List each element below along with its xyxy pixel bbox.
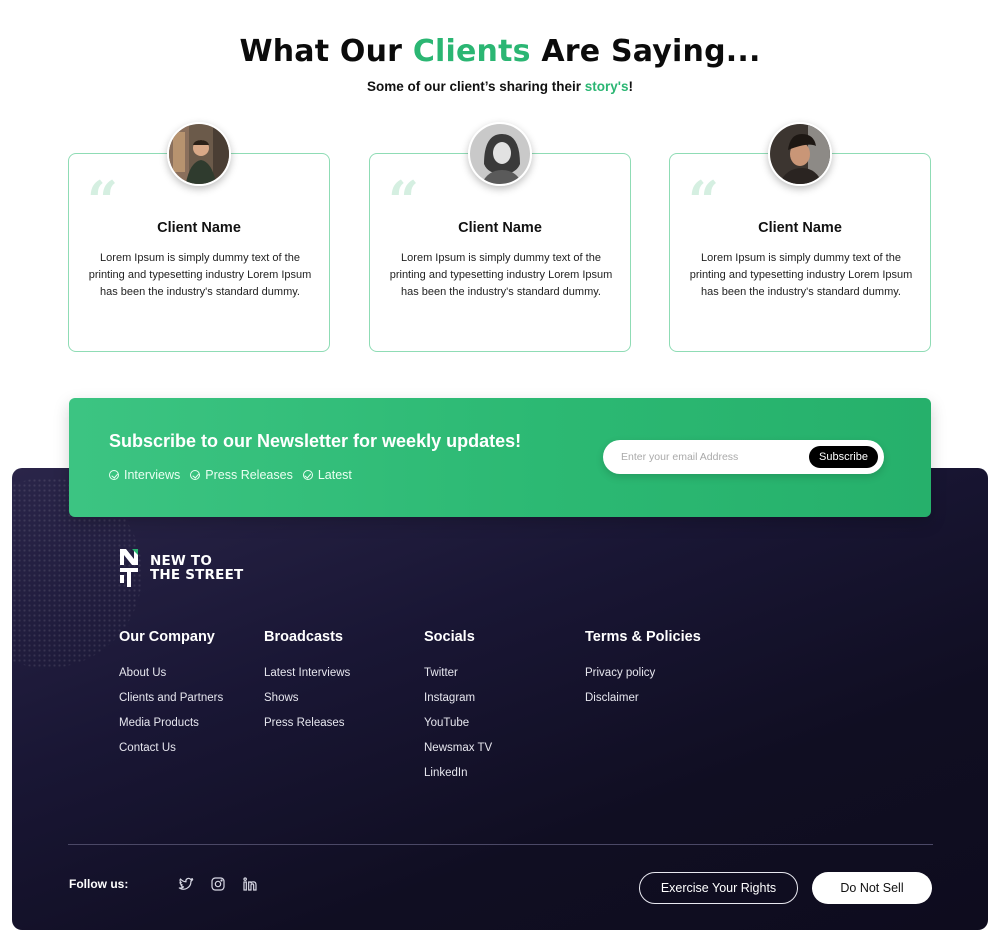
exercise-rights-button[interactable]: Exercise Your Rights — [639, 872, 798, 904]
testimonial-text: Lorem Ipsum is simply dummy text of the … — [389, 252, 613, 298]
footer-link-clients-partners[interactable]: Clients and Partners — [119, 692, 223, 707]
footer-logo[interactable]: NEW TO THE STREET — [118, 547, 243, 589]
footer-divider — [68, 844, 933, 845]
footer-link-press-releases[interactable]: Press Releases — [264, 717, 350, 732]
footer-link-media-products[interactable]: Media Products — [119, 717, 223, 732]
newsletter-tags: Interviews Press Releases Latest — [109, 468, 352, 482]
footer-column-terms: Terms & Policies Privacy policy Disclaim… — [585, 629, 701, 717]
check-circle-icon — [190, 470, 201, 480]
footer-link-disclaimer[interactable]: Disclaimer — [585, 692, 701, 707]
twitter-icon[interactable] — [178, 876, 194, 892]
testimonials-section: What Our Clients Are Saying... Some of o… — [0, 0, 1000, 400]
testimonial-text: Lorem Ipsum is simply dummy text of the … — [88, 252, 312, 298]
column-heading: Socials — [424, 629, 475, 645]
follow-label: Follow us: — [69, 877, 129, 891]
column-heading: Terms & Policies — [585, 629, 701, 645]
client-name: Client Name — [157, 220, 241, 236]
testimonial-card: “ Client Name Lorem Ipsum is simply dumm… — [68, 122, 330, 352]
newsletter-banner: Subscribe to our Newsletter for weekly u… — [69, 398, 931, 517]
footer-link-latest-interviews[interactable]: Latest Interviews — [264, 667, 350, 682]
newsletter-tag: Latest — [302, 468, 352, 482]
footer-link-twitter[interactable]: Twitter — [424, 667, 492, 682]
footer-link-newsmax-tv[interactable]: Newsmax TV — [424, 742, 492, 757]
testimonial-card: “ Client Name Lorem Ipsum is simply dumm… — [669, 122, 931, 352]
email-input[interactable] — [621, 448, 801, 466]
footer-link-instagram[interactable]: Instagram — [424, 692, 492, 707]
logo-text: NEW TO THE STREET — [150, 553, 244, 583]
column-heading: Broadcasts — [264, 629, 343, 645]
testimonial-card: “ Client Name Lorem Ipsum is simply dumm… — [369, 122, 631, 352]
check-circle-icon — [109, 470, 119, 480]
footer-column-our-company: Our Company About Us Clients and Partner… — [119, 629, 223, 767]
column-heading: Our Company — [119, 629, 215, 645]
newsletter-tag: Press Releases — [190, 468, 293, 482]
newsletter-tag: Interviews — [109, 468, 180, 482]
instagram-icon[interactable] — [210, 876, 226, 892]
check-circle-icon — [302, 470, 313, 480]
do-not-sell-button[interactable]: Do Not Sell — [812, 872, 932, 904]
subscribe-button[interactable]: Subscribe — [809, 446, 878, 468]
section-subtitle: Some of our client’s sharing their story… — [366, 79, 634, 94]
testimonial-text: Lorem Ipsum is simply dummy text of the … — [689, 252, 913, 298]
brand-mark-icon — [120, 549, 138, 587]
newsletter-title: Subscribe to our Newsletter for weekly u… — [109, 431, 522, 451]
footer-link-linkedin[interactable]: LinkedIn — [424, 767, 492, 782]
newsletter-form: Subscribe — [603, 440, 884, 474]
client-avatar — [167, 122, 231, 186]
footer-column-broadcasts: Broadcasts Latest Interviews Shows Press… — [264, 629, 350, 742]
footer-link-shows[interactable]: Shows — [264, 692, 350, 707]
footer-link-contact-us[interactable]: Contact Us — [119, 742, 223, 757]
client-avatar — [468, 122, 532, 186]
footer-link-about-us[interactable]: About Us — [119, 667, 223, 682]
client-avatar — [768, 122, 832, 186]
section-title: What Our Clients Are Saying... — [239, 34, 761, 69]
client-name: Client Name — [758, 220, 842, 236]
footer-column-socials: Socials Twitter Instagram YouTube Newsma… — [424, 629, 492, 792]
social-icons — [178, 876, 258, 892]
client-name: Client Name — [458, 220, 542, 236]
footer-link-privacy-policy[interactable]: Privacy policy — [585, 667, 701, 682]
footer-link-youtube[interactable]: YouTube — [424, 717, 492, 732]
linkedin-icon[interactable] — [242, 876, 258, 892]
